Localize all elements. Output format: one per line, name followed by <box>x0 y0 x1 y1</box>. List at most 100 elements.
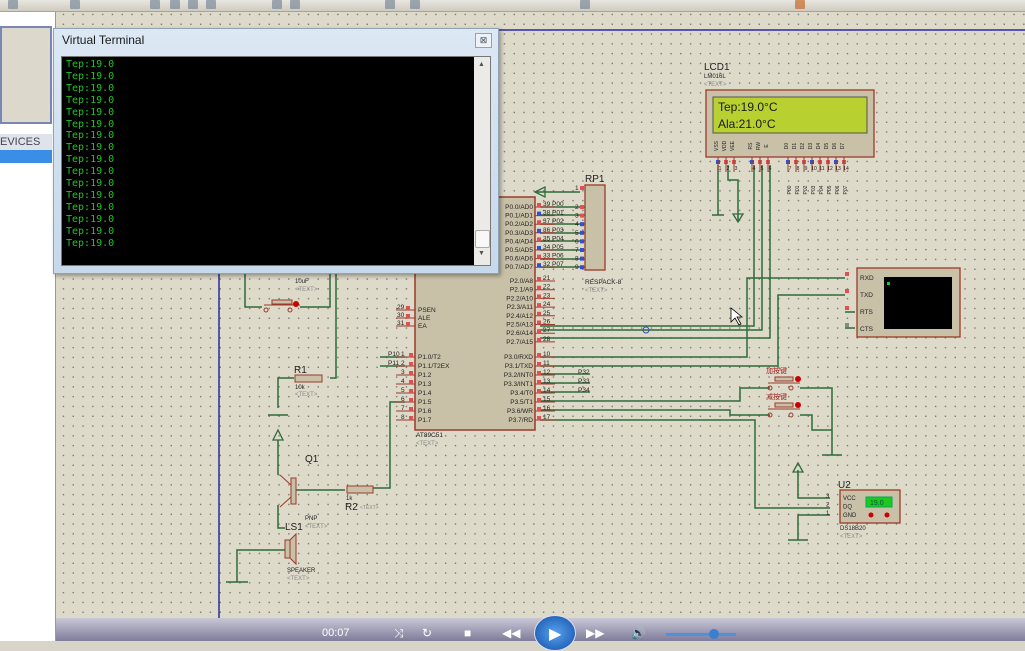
lcd-pin-label: VEE <box>730 140 736 151</box>
terminal-line: Tep:19.0 <box>66 178 115 190</box>
pin-state-marker <box>537 337 541 342</box>
ls1-ref: LS1 <box>285 522 303 533</box>
u2-part: DS18B20 <box>840 526 866 532</box>
terminal-line: Tep:19.0 <box>66 213 115 225</box>
u2-pin-label: VCC <box>843 496 856 502</box>
scroll-up-icon[interactable]: ▲ <box>478 61 485 68</box>
rp1-pin-number: 9 <box>575 264 579 271</box>
virtual-terminal-window: Virtual Terminal ⊠ Tep:19.0 Tep:19.0 Tep:1… <box>53 28 499 274</box>
block-move-icon[interactable] <box>410 0 420 9</box>
mcu-pin-number: 22 <box>543 284 551 291</box>
net-label: P07 <box>843 185 849 194</box>
ls1-part: SPEAKER <box>287 568 316 574</box>
net-label: P32 <box>578 369 590 376</box>
zoom-all-icon[interactable] <box>206 0 216 9</box>
mcu-pin-number: 7 <box>401 405 405 412</box>
rp1-pin-number: 5 <box>575 230 579 237</box>
terminal-scrollbar[interactable]: ▲ ▼ <box>474 57 490 265</box>
net-label: P02 <box>552 218 564 225</box>
mcu-pin-label: P2.7/A15 <box>506 339 533 346</box>
mcu-pin-label: P0.5/AD5 <box>505 247 533 254</box>
scroll-down-icon[interactable]: ▼ <box>478 250 485 257</box>
lcd-pin-number: 9 <box>805 166 808 172</box>
pin-state-marker <box>580 205 584 209</box>
vterm-pin-label: RXD <box>860 275 874 282</box>
scrollbar-thumb[interactable] <box>475 230 490 248</box>
net-label: P06 <box>835 185 841 194</box>
mcu-pin-label: P3.1/TXD <box>505 363 533 370</box>
overview-preview[interactable] <box>0 26 52 124</box>
pin-state-marker <box>537 237 541 242</box>
zoom-out-icon[interactable] <box>188 0 198 9</box>
repeat-icon[interactable]: ↻ <box>422 626 432 640</box>
device-list-selected-item[interactable] <box>0 150 52 163</box>
volume-icon[interactable]: 🔊 <box>631 626 646 640</box>
r1-ref: R1 <box>294 365 307 376</box>
lcd-pin-number: 7 <box>789 166 792 172</box>
mcu-pin-label: P1.5 <box>418 399 432 406</box>
mcu-pin-label: P2.1/A9 <box>510 287 534 294</box>
undo-icon[interactable] <box>272 0 282 9</box>
play-button[interactable]: ▶ <box>534 615 576 651</box>
previous-icon[interactable]: ◀◀ <box>502 626 520 640</box>
mcu-pin-label: P2.5/A13 <box>506 322 533 329</box>
mcu-pin-number: 14 <box>543 387 551 394</box>
grid-icon[interactable] <box>70 0 80 9</box>
redo-icon[interactable] <box>290 0 300 9</box>
netlist-icon[interactable] <box>795 0 805 9</box>
pin-state-marker <box>537 398 541 402</box>
block-copy-icon[interactable] <box>385 0 395 9</box>
lcd-pin-number: 2 <box>727 166 730 172</box>
rp1-part: RESPACK-8 <box>585 279 622 286</box>
pin-state-marker <box>537 320 541 325</box>
rp1-ref: RP1 <box>585 174 605 185</box>
lcd-pin-number: 6 <box>769 166 772 172</box>
mcu-pin-label: P0.7/AD7 <box>505 264 533 271</box>
pin-state-marker <box>537 353 541 357</box>
mcu-pin-label: P2.2/A10 <box>506 295 533 302</box>
volume-slider-knob[interactable] <box>709 629 719 639</box>
save-icon[interactable] <box>8 0 18 9</box>
pan-icon[interactable] <box>150 0 160 9</box>
terminal-line: Tep:19.0 <box>66 189 115 201</box>
pin-state-marker <box>845 306 849 310</box>
capacitor-value: 10uF <box>295 279 309 285</box>
mcu-pin-number: 37 <box>543 218 551 225</box>
next-icon[interactable]: ▶▶ <box>586 626 604 640</box>
net-label: P03 <box>811 185 817 194</box>
lcd-pin-label: D5 <box>824 143 830 150</box>
pin-state-marker <box>580 213 584 218</box>
lcd-pin-number: 5 <box>761 166 764 172</box>
pin-state-marker <box>537 311 541 316</box>
r1-value: 10k <box>295 385 306 391</box>
u2-text: <TEXT> <box>840 534 863 540</box>
terminal-line: Tep:19.0 <box>66 237 115 249</box>
shuffle-icon[interactable]: ⤨ <box>394 626 404 641</box>
mcu-pin-number: 5 <box>401 387 405 394</box>
lcd-pin-label: D4 <box>816 143 822 150</box>
lcd-part: LM016L <box>704 74 726 80</box>
stop-icon[interactable]: ■ <box>464 626 471 640</box>
pin-state-marker <box>580 256 584 261</box>
mcu-pin-number: 8 <box>401 414 405 421</box>
terminal-output[interactable]: Tep:19.0 Tep:19.0 Tep:19.0 Tep:19.0 Tep:19.0… <box>61 56 491 266</box>
net-label: P00 <box>552 201 564 208</box>
pin-state-marker <box>580 222 584 227</box>
pin-state-marker <box>537 407 541 411</box>
volume-slider[interactable] <box>666 633 736 636</box>
net-label: P05 <box>827 185 833 194</box>
pin-state-marker <box>537 211 541 216</box>
rp1-pin-number: 4 <box>575 221 579 228</box>
zoom-in-icon[interactable] <box>170 0 180 9</box>
mcu-pin-number: 4 <box>401 378 405 385</box>
net-label: P07 <box>552 261 564 268</box>
mcu-pin-number: 17 <box>543 414 551 421</box>
mcu-pin-number: 32 <box>543 261 551 268</box>
virtual-terminal-device[interactable]: RXD TXD RTS CTS <box>845 267 961 338</box>
mcu-pin-number: 1 <box>401 351 405 358</box>
mcu-pin-number: 21 <box>543 275 551 282</box>
tool-icon[interactable] <box>580 0 590 9</box>
terminal-line: Tep:19.0 <box>66 94 115 106</box>
close-icon[interactable]: ⊠ <box>475 33 492 48</box>
mcu-pin-number: 25 <box>543 310 551 317</box>
